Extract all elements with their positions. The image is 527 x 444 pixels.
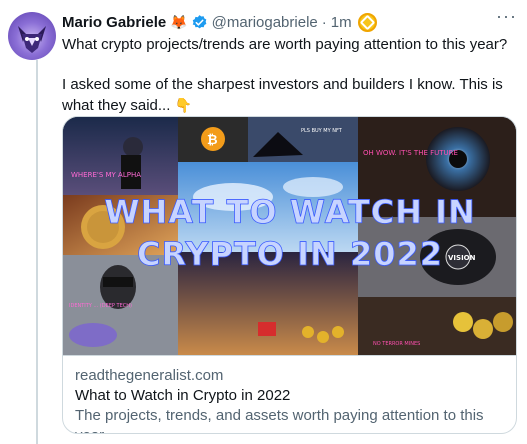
verified-badge-icon bbox=[192, 14, 207, 28]
thread-line bbox=[36, 60, 38, 444]
more-icon[interactable]: ··· bbox=[496, 6, 517, 27]
image-headline-line1: WHAT TO WATCH IN bbox=[104, 193, 476, 231]
tweet-line-question: What crypto projects/trends are worth pa… bbox=[62, 36, 508, 53]
collage-text-vision: VISION bbox=[448, 254, 476, 262]
card-domain: readthegeneralist.com bbox=[75, 367, 224, 384]
collage-text-mines: NO TERROR MINES bbox=[373, 341, 420, 347]
avatar[interactable] bbox=[8, 12, 56, 60]
pointing-down-icon: 👇 bbox=[174, 97, 193, 113]
tweet-line-body: I asked some of the sharpest investors a… bbox=[62, 75, 517, 116]
card-title: What to Watch in Crypto in 2022 bbox=[75, 387, 291, 404]
author-name[interactable]: Mario Gabriele bbox=[62, 14, 166, 31]
author-handle[interactable]: @mariogabriele bbox=[212, 14, 318, 31]
collage-text-nft: PLS BUY MY NFT bbox=[301, 128, 343, 134]
tweet-body-text: I asked some of the sharpest investors a… bbox=[62, 76, 503, 114]
link-card[interactable]: WHERE'S MY ALPHA ₿ PLS BUY MY NFT OH WOW… bbox=[62, 116, 517, 434]
image-headline-line2: CRYPTO IN 2022 bbox=[137, 235, 443, 273]
card-description: The projects, trends, and assets worth p… bbox=[75, 407, 484, 433]
card-meta[interactable]: readthegeneralist.com What to Watch in C… bbox=[63, 355, 516, 433]
separator-dot: · bbox=[321, 13, 327, 31]
collage-text-alpha: WHERE'S MY ALPHA bbox=[71, 171, 141, 179]
collage-text-deep-tech: IDENTITY ... (DEEP TECH) bbox=[69, 303, 132, 309]
coin-badge-icon bbox=[357, 12, 377, 32]
timestamp[interactable]: 1m bbox=[331, 14, 352, 31]
svg-text:₿: ₿ bbox=[207, 133, 218, 148]
collage-text-future: OH WOW. IT'S THE FUTURE bbox=[363, 149, 458, 157]
fox-emoji-icon: 🦊 bbox=[170, 14, 188, 30]
card-image[interactable]: WHERE'S MY ALPHA ₿ PLS BUY MY NFT OH WOW… bbox=[63, 117, 517, 355]
avatar-fox-icon bbox=[18, 26, 46, 53]
tweet-header: Mario Gabriele 🦊 @mariogabriele · 1m ··· bbox=[62, 6, 517, 32]
